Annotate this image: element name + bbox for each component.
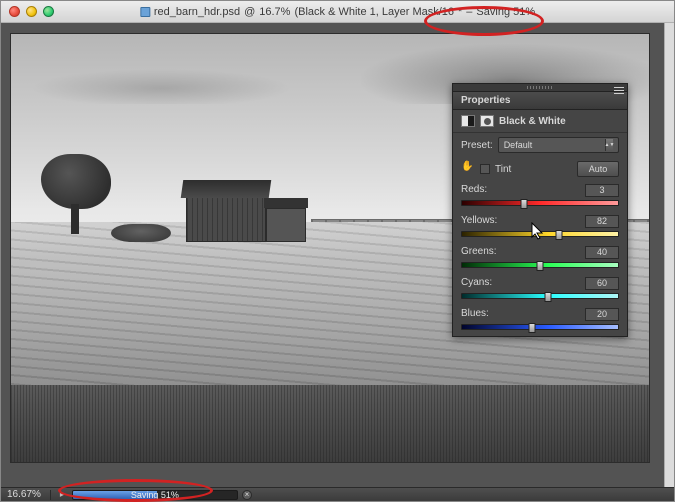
title-zoom: 16.7% <box>259 6 290 18</box>
auto-button[interactable]: Auto <box>577 161 619 177</box>
title-filename: red_barn_hdr.psd <box>154 6 240 18</box>
title-saving-sep: – <box>466 6 472 18</box>
tint-row: Tint Auto <box>453 157 627 181</box>
slider-row: Blues: 20 <box>453 305 627 336</box>
preset-row: Preset: Default ▲▼ <box>453 133 627 157</box>
slider-label: Cyans: <box>461 277 492 290</box>
slider-row: Reds: 3 <box>453 181 627 212</box>
slider-value-input[interactable]: 3 <box>585 184 619 197</box>
properties-tab-label: Properties <box>461 95 510 106</box>
preset-label: Preset: <box>461 140 493 151</box>
slider-thumb[interactable] <box>521 199 528 209</box>
slider-thumb[interactable] <box>544 292 551 302</box>
window-controls <box>1 6 54 17</box>
targeted-adjust-icon[interactable] <box>461 163 475 175</box>
panel-menu-icon[interactable] <box>614 87 624 94</box>
sliders-group: Reds: 3 Yellows: 82 Greens: 40 Cyans: 60 Blues: 2… <box>453 181 627 336</box>
tint-label: Tint <box>495 164 511 175</box>
slider-track[interactable] <box>461 324 619 330</box>
save-progress: Saving 51% × <box>72 489 252 501</box>
slider-row: Yellows: 82 <box>453 212 627 243</box>
title-saving: Saving 51% <box>476 6 535 18</box>
document-icon <box>140 7 150 17</box>
slider-label: Reds: <box>461 184 487 197</box>
slider-track[interactable] <box>461 231 619 237</box>
slider-track[interactable] <box>461 262 619 268</box>
adjustment-name: Black & White <box>499 116 566 127</box>
minimize-window-icon[interactable] <box>26 6 37 17</box>
status-arrow-icon[interactable]: ▸ <box>57 490 67 500</box>
zoom-field[interactable]: 16.67% <box>1 489 47 500</box>
slider-value-input[interactable]: 82 <box>585 215 619 228</box>
slider-value-input[interactable]: 20 <box>585 308 619 321</box>
divider <box>50 490 51 500</box>
title-details: (Black & White 1, Layer Mask/16 <box>294 6 454 18</box>
close-window-icon[interactable] <box>9 6 20 17</box>
titlebar: red_barn_hdr.psd @ 16.7% (Black & White … <box>1 1 674 23</box>
properties-panel[interactable]: Properties Black & White Preset: Default… <box>452 83 628 337</box>
properties-tab[interactable]: Properties <box>453 92 627 110</box>
image-foreground-grass <box>11 385 649 462</box>
dropdown-arrows-icon: ▲▼ <box>605 139 613 151</box>
black-white-icon[interactable] <box>461 115 475 127</box>
slider-value-input[interactable]: 40 <box>585 246 619 259</box>
slider-track[interactable] <box>461 200 619 206</box>
layer-mask-icon[interactable] <box>480 115 494 127</box>
image-barn <box>186 182 306 242</box>
slider-label: Yellows: <box>461 215 497 228</box>
slider-thumb[interactable] <box>555 230 562 240</box>
slider-thumb[interactable] <box>529 323 536 333</box>
slider-thumb[interactable] <box>537 261 544 271</box>
slider-track[interactable] <box>461 293 619 299</box>
image-cloud <box>31 69 291 104</box>
slider-label: Greens: <box>461 246 497 259</box>
panel-grip[interactable] <box>453 84 627 92</box>
slider-value-input[interactable]: 60 <box>585 277 619 290</box>
zoom-window-icon[interactable] <box>43 6 54 17</box>
vertical-scrollbar[interactable] <box>664 23 674 487</box>
title-at: @ <box>244 6 255 18</box>
adjustment-header: Black & White <box>453 110 627 133</box>
title-dirty: * <box>458 6 462 18</box>
slider-row: Cyans: 60 <box>453 274 627 305</box>
document-title: red_barn_hdr.psd @ 16.7% (Black & White … <box>140 6 535 18</box>
app-window: red_barn_hdr.psd @ 16.7% (Black & White … <box>0 0 675 502</box>
status-bar: 16.67% ▸ Saving 51% × <box>1 487 674 501</box>
slider-row: Greens: 40 <box>453 243 627 274</box>
image-tree <box>41 154 111 234</box>
slider-label: Blues: <box>461 308 489 321</box>
image-bush <box>111 224 171 242</box>
save-progress-bar: Saving 51% <box>72 490 238 500</box>
save-progress-text: Saving 51% <box>73 490 237 500</box>
cancel-save-button[interactable]: × <box>242 490 252 500</box>
tint-checkbox[interactable] <box>480 164 490 174</box>
preset-dropdown[interactable]: Default ▲▼ <box>498 137 619 153</box>
preset-value: Default <box>504 140 533 150</box>
